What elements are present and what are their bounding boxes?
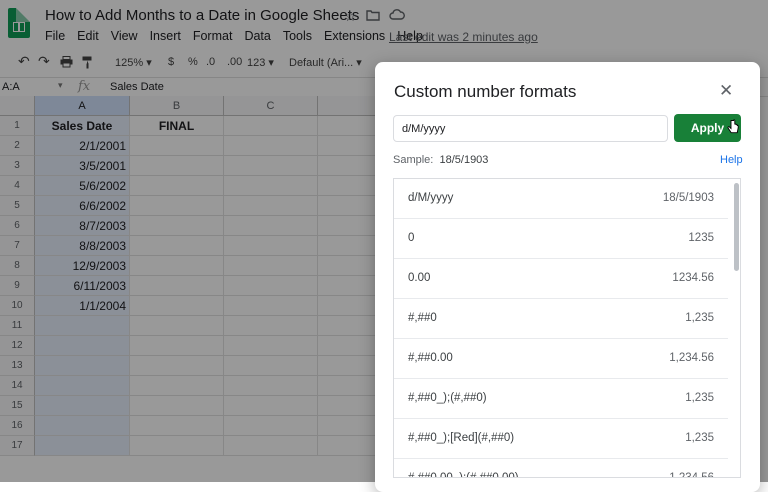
format-pattern: 0.00 bbox=[408, 272, 430, 284]
format-list-item[interactable]: d/M/yyyy 18/5/1903 bbox=[394, 179, 728, 219]
format-preview: 1,234.56 bbox=[669, 352, 714, 364]
format-pattern: #,##0_);[Red](#,##0) bbox=[408, 432, 514, 444]
close-icon[interactable]: ✕ bbox=[719, 81, 733, 101]
format-list-item[interactable]: 0 1235 bbox=[394, 219, 728, 259]
format-preview: 1,234.56 bbox=[669, 472, 714, 478]
format-list: d/M/yyyy 18/5/1903 0 1235 0.00 1234.56 #,##0 1,… bbox=[393, 178, 741, 478]
sample-preview: Sample: 18/5/1903 bbox=[393, 154, 488, 166]
apply-button-label: Apply bbox=[691, 121, 724, 135]
sample-label: Sample: bbox=[393, 154, 433, 166]
format-preview: 1,235 bbox=[685, 392, 714, 404]
format-list-item[interactable]: 0.00 1234.56 bbox=[394, 259, 728, 299]
format-list-item[interactable]: #,##0.00_);(#,##0.00) 1,234.56 bbox=[394, 459, 728, 478]
apply-button[interactable]: Apply bbox=[674, 114, 741, 142]
format-pattern: #,##0.00_);(#,##0.00) bbox=[408, 472, 519, 478]
cursor-hand-icon bbox=[727, 119, 739, 135]
format-input[interactable] bbox=[393, 115, 668, 142]
format-preview: 1,235 bbox=[685, 432, 714, 444]
custom-number-formats-dialog: Custom number formats ✕ Apply Sample: 18… bbox=[375, 62, 760, 492]
format-list-item[interactable]: #,##0 1,235 bbox=[394, 299, 728, 339]
format-pattern: d/M/yyyy bbox=[408, 192, 453, 204]
format-list-item[interactable]: #,##0_);(#,##0) 1,235 bbox=[394, 379, 728, 419]
format-pattern: 0 bbox=[408, 232, 414, 244]
format-preview: 1234.56 bbox=[672, 272, 714, 284]
sample-value: 18/5/1903 bbox=[439, 154, 488, 166]
format-pattern: #,##0 bbox=[408, 312, 437, 324]
format-pattern: #,##0.00 bbox=[408, 352, 453, 364]
format-list-item[interactable]: #,##0_);[Red](#,##0) 1,235 bbox=[394, 419, 728, 459]
help-link[interactable]: Help bbox=[720, 154, 743, 166]
dialog-title: Custom number formats bbox=[394, 82, 576, 102]
format-preview: 1235 bbox=[688, 232, 714, 244]
format-list-item[interactable]: #,##0.00 1,234.56 bbox=[394, 339, 728, 379]
format-preview: 18/5/1903 bbox=[663, 192, 714, 204]
format-pattern: #,##0_);(#,##0) bbox=[408, 392, 487, 404]
format-preview: 1,235 bbox=[685, 312, 714, 324]
format-list-scrollbar[interactable] bbox=[734, 183, 739, 271]
